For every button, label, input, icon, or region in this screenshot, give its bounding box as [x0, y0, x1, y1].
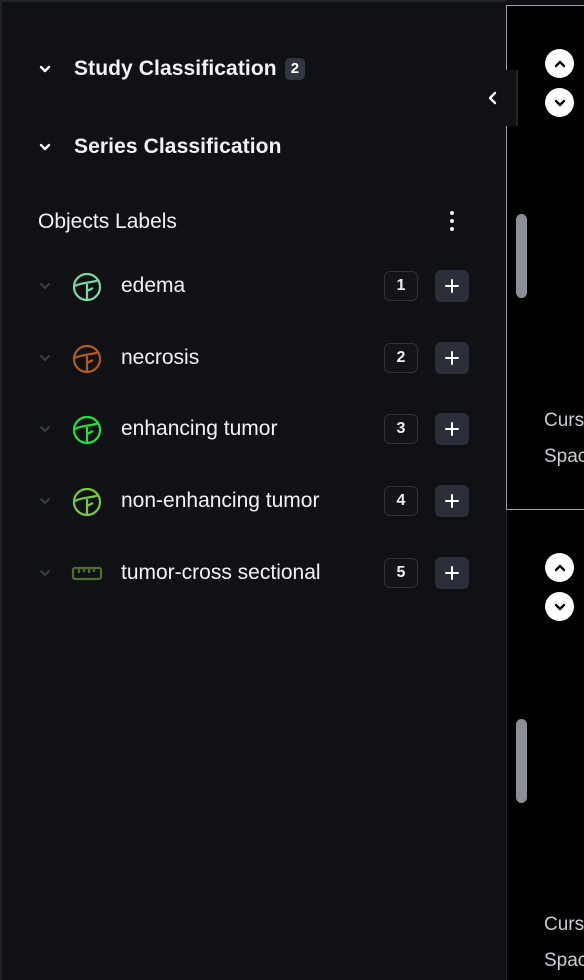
label-name: necrosis — [121, 346, 200, 369]
chevron-down-icon — [554, 99, 565, 106]
study-classification-title: Study Classification — [74, 57, 277, 80]
chevron-left-icon — [488, 91, 497, 105]
objects-labels-title: Objects Labels — [38, 210, 177, 233]
label-row-non-enhancing-tumor[interactable]: non-enhancing tumor 4 — [38, 481, 472, 521]
label-count: 5 — [384, 558, 418, 588]
plus-icon — [445, 351, 459, 365]
plus-icon — [445, 566, 459, 580]
chevron-down-icon[interactable] — [38, 566, 52, 580]
scroll-up-button[interactable] — [545, 49, 574, 78]
label-count: 3 — [384, 414, 418, 444]
chevron-down-icon[interactable] — [38, 494, 52, 508]
add-annotation-button[interactable] — [435, 413, 469, 445]
collapse-sidebar-button[interactable] — [470, 70, 518, 126]
ruler-icon — [71, 566, 103, 581]
viewport-overlay-text: Curs — [544, 914, 584, 935]
plus-icon — [445, 279, 459, 293]
chevron-down-icon — [554, 603, 565, 610]
label-row-enhancing-tumor[interactable]: enhancing tumor 3 — [38, 409, 472, 449]
brush-icon — [72, 487, 102, 517]
label-count: 2 — [384, 343, 418, 373]
series-classification-title: Series Classification — [74, 135, 282, 158]
add-annotation-button[interactable] — [435, 557, 469, 589]
brush-icon — [72, 272, 102, 302]
viewport-overlay-text: Spac — [544, 950, 584, 971]
chevron-up-icon — [554, 60, 565, 67]
chevron-up-icon — [554, 564, 565, 571]
study-classification-section[interactable]: Study Classification 2 — [38, 57, 306, 81]
plus-icon — [445, 422, 459, 436]
chevron-down-icon[interactable] — [38, 422, 52, 436]
label-count: 4 — [384, 486, 418, 516]
label-name: edema — [121, 274, 186, 297]
chevron-down-icon[interactable] — [38, 62, 52, 76]
brush-icon — [72, 344, 102, 374]
label-count: 1 — [384, 271, 418, 301]
viewport-scrollbar[interactable] — [516, 214, 527, 298]
plus-icon — [445, 494, 459, 508]
add-annotation-button[interactable] — [435, 485, 469, 517]
label-row-necrosis[interactable]: necrosis 2 — [38, 338, 472, 378]
app-root: Study Classification 2 Series Classifica… — [0, 0, 584, 980]
chevron-down-icon[interactable] — [38, 351, 52, 365]
label-name: non-enhancing tumor — [121, 489, 320, 512]
add-annotation-button[interactable] — [435, 342, 469, 374]
label-name: enhancing tumor — [121, 417, 278, 440]
chevron-down-icon[interactable] — [38, 140, 52, 154]
add-annotation-button[interactable] — [435, 270, 469, 302]
scroll-down-button[interactable] — [545, 88, 574, 117]
brush-icon — [72, 415, 102, 445]
labels-sidebar: Study Classification 2 Series Classifica… — [0, 0, 506, 980]
label-name: tumor-cross sectional — [121, 561, 321, 584]
viewport-scrollbar[interactable] — [516, 719, 527, 803]
more-options-icon[interactable] — [445, 209, 459, 233]
label-row-tumor-cross-sectional[interactable]: tumor-cross sectional 5 — [38, 553, 472, 593]
series-classification-section[interactable]: Series Classification — [38, 135, 282, 159]
viewport-panel[interactable]: Curs Spac — [506, 510, 584, 980]
scroll-up-button[interactable] — [545, 553, 574, 582]
viewport-overlay-text: Curs — [544, 410, 584, 431]
scroll-down-button[interactable] — [545, 592, 574, 621]
label-row-edema[interactable]: edema 1 — [38, 266, 472, 306]
viewport-overlay-text: Spac — [544, 446, 584, 467]
study-classification-badge: 2 — [284, 58, 306, 80]
chevron-down-icon[interactable] — [38, 279, 52, 293]
